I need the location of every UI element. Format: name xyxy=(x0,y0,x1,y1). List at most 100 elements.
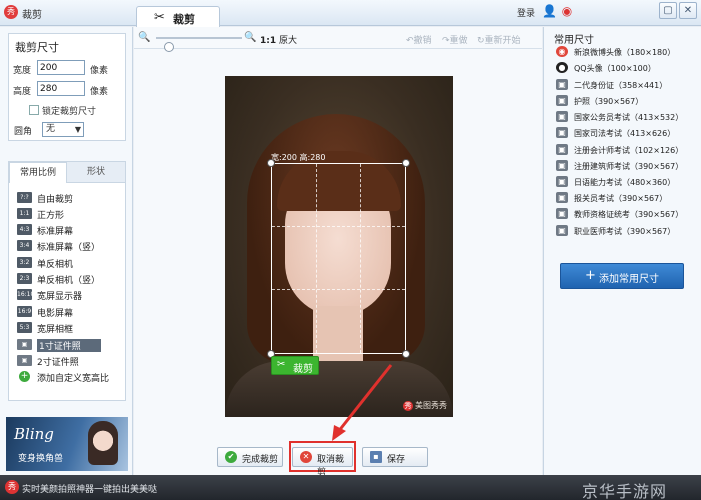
save-button[interactable]: ▪ 保存 xyxy=(362,447,428,467)
preset-item[interactable]: ▣ 教师资格证统考（390×567） xyxy=(554,207,699,221)
zoom-ratio: 1:1 xyxy=(260,36,277,46)
watermark-text: 美图秀秀 xyxy=(415,401,447,410)
close-icon[interactable]: ✕ xyxy=(679,2,697,19)
plus-icon: + xyxy=(585,268,596,283)
ratio-item-free[interactable]: ?:? 自由裁剪 xyxy=(15,191,119,205)
add-preset-label: 添加常用尺寸 xyxy=(599,274,659,285)
ratio-free-icon: ?:? xyxy=(17,192,32,203)
crop-apply-button[interactable]: ✂ 裁剪 xyxy=(271,356,319,375)
crop-dimensions: 宽:200 高:280 xyxy=(271,153,326,162)
arrow-head xyxy=(332,425,346,441)
ratio-item-label: 添加自定义宽高比 xyxy=(37,374,110,384)
preset-item[interactable]: ▣ 护照（390×567） xyxy=(554,94,699,108)
scissors-icon: ✂ xyxy=(154,10,165,25)
check-icon: ✔ xyxy=(225,451,237,463)
preset-item-label: 二代身份证（358×441） xyxy=(574,81,668,90)
tab-shape[interactable]: 形状 xyxy=(67,162,125,183)
preset-item[interactable]: ▣ 报关员考试（390×567） xyxy=(554,191,699,205)
banner-title: Bling xyxy=(14,425,54,443)
ratio-item-label: 宽屏相框 xyxy=(37,325,74,335)
reset-label: 重新开始 xyxy=(484,36,521,46)
ratio-item-square[interactable]: 1:1 正方形 xyxy=(15,207,119,221)
crop-handle-top-right[interactable] xyxy=(402,159,410,167)
preset-item[interactable]: ▣ 国家司法考试（413×626） xyxy=(554,126,699,140)
preset-item[interactable]: ▣ 国家公务员考试（413×532） xyxy=(554,110,699,124)
site-watermark: 京华手游网 xyxy=(582,482,668,500)
ratio-item-2-3[interactable]: 2:3 单反相机（竖） xyxy=(15,272,119,286)
ratio-item-5-3[interactable]: 5:3 宽屏相框 xyxy=(15,321,119,335)
preset-item[interactable]: ▣ 注册会计师考试（102×126） xyxy=(554,143,699,157)
redo-button[interactable]: ↷重做 xyxy=(442,33,468,46)
preset-item-label: 国家司法考试（413×626） xyxy=(574,129,676,138)
preset-item-label: QQ头像（100×100） xyxy=(574,64,656,73)
ratio-item-3-4[interactable]: 3:4 标准屏幕（竖） xyxy=(15,239,119,253)
cancel-crop-button[interactable]: ✕ 取消裁剪 xyxy=(292,447,353,478)
done-crop-button[interactable]: ✔ 完成裁剪 xyxy=(217,447,283,467)
ratio-item-label: 标准屏幕（竖） xyxy=(37,243,101,253)
zoom-toolbar: 🔍 🔍 1:1 原大 ↶撤销 ↷重做 ↻重新开始 xyxy=(134,27,542,52)
ratio-item-label: 宽屏显示器 xyxy=(37,292,83,302)
promo-banner[interactable]: Bling 变身换角兽 xyxy=(6,417,128,471)
undo-label: 撤销 xyxy=(413,36,432,46)
left-panel: 裁剪尺寸 宽度 像素 高度 像素 锁定裁剪尺寸 圆角 无 ▼ 常用比例 形状 ?… xyxy=(0,27,133,475)
crop-handle-top-left[interactable] xyxy=(267,159,275,167)
reset-button[interactable]: ↻重新开始 xyxy=(477,33,521,46)
crop-handle-bottom-right[interactable] xyxy=(402,350,410,358)
ratio-item-3-2[interactable]: 3:2 单反相机 xyxy=(15,256,119,270)
preset-item-label: 注册建筑师考试（390×567） xyxy=(574,162,684,171)
zoom-actual-size[interactable]: 1:1 原大 xyxy=(260,33,297,46)
ratio-1-1-icon: 1:1 xyxy=(17,208,32,219)
ratio-item-1-inch-photo[interactable]: ▣ 1寸证件照 xyxy=(15,338,119,352)
id-photo-icon: ▣ xyxy=(556,176,568,187)
restore-icon[interactable]: ▢ xyxy=(659,2,677,19)
done-crop-label: 完成裁剪 xyxy=(242,455,279,465)
app-logo-icon: 秀 xyxy=(5,480,19,494)
login-link[interactable]: 登录 xyxy=(517,6,535,19)
grid-line xyxy=(315,164,317,353)
zoom-text: 原大 xyxy=(279,36,298,46)
tab-crop-label: 裁剪 xyxy=(173,13,195,26)
app-title: 裁剪 xyxy=(22,10,42,21)
status-promo-link[interactable]: 实时美颜拍照神器一键拍出美美哒 xyxy=(22,482,157,495)
zoom-out-icon[interactable]: 🔍 xyxy=(138,31,151,44)
preset-item[interactable]: ▣ 职业医师考试（390×567） xyxy=(554,224,699,238)
ratio-3-2-icon: 3:2 xyxy=(17,257,32,268)
corner-select[interactable]: 无 ▼ xyxy=(42,122,84,137)
preset-item[interactable]: ▣ 注册建筑师考试（390×567） xyxy=(554,159,699,173)
preset-item[interactable]: ▣ 二代身份证（358×441） xyxy=(554,78,699,92)
preset-item-label: 国家公务员考试（413×532） xyxy=(574,113,684,122)
undo-icon: ↶ xyxy=(406,36,414,46)
banner-subtitle: 变身换角兽 xyxy=(18,454,64,464)
id-photo-icon: ▣ xyxy=(556,192,568,203)
id-photo-icon: ▣ xyxy=(556,79,568,90)
add-preset-button[interactable]: + 添加常用尺寸 xyxy=(560,263,684,289)
ratio-item-add-custom[interactable]: + 添加自定义宽高比 xyxy=(15,370,119,384)
tab-common-ratio[interactable]: 常用比例 xyxy=(9,162,67,183)
ratio-item-4-3[interactable]: 4:3 标准屏幕 xyxy=(15,223,119,237)
preset-item[interactable]: ● QQ头像（100×100） xyxy=(554,61,699,75)
id-photo-icon: ▣ xyxy=(556,160,568,171)
zoom-slider-thumb[interactable] xyxy=(163,42,174,52)
ratio-item-label: 自由裁剪 xyxy=(37,195,74,205)
title-bar: 秀 裁剪 ✂ 裁剪 登录 👤 ◉ ▢ ✕ xyxy=(0,0,701,27)
preset-item[interactable]: ▣ 日语能力考试（480×360） xyxy=(554,175,699,189)
ratio-item-16-10[interactable]: 16:10 宽屏显示器 xyxy=(15,288,119,302)
height-label: 高度 xyxy=(13,87,32,97)
width-field[interactable] xyxy=(37,60,85,75)
zoom-slider[interactable] xyxy=(156,37,242,52)
user-icon[interactable]: 👤 xyxy=(542,4,557,18)
ratio-item-label: 2寸证件照 xyxy=(37,358,79,368)
lock-size-checkbox[interactable] xyxy=(29,105,39,115)
preset-item[interactable]: ◉ 新浪微博头像（180×180） xyxy=(554,45,699,59)
ratio-item-16-9[interactable]: 16:9 电影屏幕 xyxy=(15,305,119,319)
height-field[interactable] xyxy=(37,81,85,96)
ratio-item-2-inch-photo[interactable]: ▣ 2寸证件照 xyxy=(15,354,119,368)
preset-item-label: 教师资格证统考（390×567） xyxy=(574,210,684,219)
id-photo-icon: ▣ xyxy=(556,144,568,155)
undo-button[interactable]: ↶撤销 xyxy=(406,33,432,46)
weibo-icon[interactable]: ◉ xyxy=(560,4,574,18)
tab-crop[interactable]: ✂ 裁剪 xyxy=(136,6,220,27)
crop-rectangle[interactable] xyxy=(267,159,410,358)
zoom-in-icon[interactable]: 🔍 xyxy=(244,31,257,44)
photo-canvas[interactable]: 秀美图秀秀 宽:200 高:280 ✂ 裁剪 xyxy=(225,76,453,417)
